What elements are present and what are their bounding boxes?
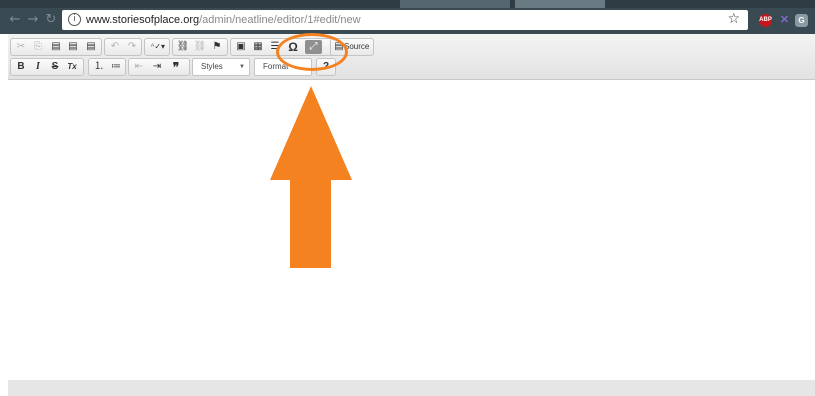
copy-icon[interactable]: ⎘ [31,40,45,54]
styles-dropdown[interactable]: Styles ▼ [192,58,250,76]
strikethrough-button[interactable]: S [48,60,62,74]
bookmark-star-icon[interactable]: ☆ [727,11,740,27]
annotation-arrow-icon [270,86,352,268]
paste-word-icon[interactable]: ▤ [84,40,98,54]
x-extension-icon[interactable]: ✕ [778,14,791,27]
url-path: /admin/neatline/editor/1#edit/new [199,14,361,26]
spellcheck-group: ᴬ✓▾ [144,38,170,56]
clipboard-group: ✂ ⎘ ▤ ▤ ▤ [10,38,102,56]
editor-content-area[interactable] [8,81,815,380]
anchor-flag-icon[interactable]: ⚑ [210,40,224,54]
annotation-highlight-ring [276,33,348,71]
undo-group: ↶ ↷ [104,38,142,56]
tab-strip [0,0,815,8]
g-extension-icon[interactable]: G [795,14,808,27]
image-icon[interactable]: ▣ [234,40,248,54]
bulleted-list-icon[interactable]: ≔ [109,60,123,74]
indent-icon[interactable]: ⇥ [150,60,164,74]
list-group: ⒈ ≔ [88,58,126,76]
link-group: ⛓ ⛓ ⚑ [172,38,228,56]
info-icon[interactable]: i [68,13,81,26]
redo-icon[interactable]: ↷ [125,40,139,54]
remove-format-button[interactable]: Tx [65,60,79,74]
outdent-icon[interactable]: ⇤ [132,60,146,74]
browser-chrome: ← → ↻ i www.storiesofplace.org/admin/nea… [0,0,815,34]
url-text[interactable]: www.storiesofplace.org/admin/neatline/ed… [86,13,361,27]
basic-styles-group: B I S Tx [10,58,84,76]
numbered-list-icon[interactable]: ⒈ [92,60,106,74]
unlink-icon[interactable]: ⛓ [193,40,207,54]
bold-button[interactable]: B [14,60,28,74]
spellcheck-icon[interactable]: ᴬ✓▾ [148,40,168,54]
browser-tab-active[interactable] [515,0,605,8]
table-icon[interactable]: ▦ [251,40,265,54]
adblock-icon[interactable]: ABP [759,14,772,27]
address-bar[interactable]: i www.storiesofplace.org/admin/neatline/… [62,10,748,30]
cut-icon[interactable]: ✂ [14,40,28,54]
back-button[interactable]: ← [8,13,22,27]
paste-icon[interactable]: ▤ [49,40,63,54]
link-icon[interactable]: ⛓ [176,40,190,54]
blockquote-icon[interactable]: ❞ [169,60,183,74]
editor-footer-bar [8,380,815,396]
indent-group: ⇤ ⇥ ❞ [128,58,190,76]
browser-tab[interactable] [400,0,510,8]
paste-text-icon[interactable]: ▤ [66,40,80,54]
editor-toolbar: ✂ ⎘ ▤ ▤ ▤ ↶ ↷ ᴬ✓▾ ⛓ ⛓ ⚑ ▣ ▦ ☰ Ω ⤢ ▤ Sour… [8,34,815,80]
url-host: www.storiesofplace.org [86,14,200,26]
styles-label: Styles [201,62,223,71]
chevron-down-icon: ▼ [239,64,245,70]
undo-icon[interactable]: ↶ [108,40,122,54]
italic-button[interactable]: I [31,60,45,74]
reload-button[interactable]: ↻ [44,13,58,27]
forward-button[interactable]: → [26,13,40,27]
